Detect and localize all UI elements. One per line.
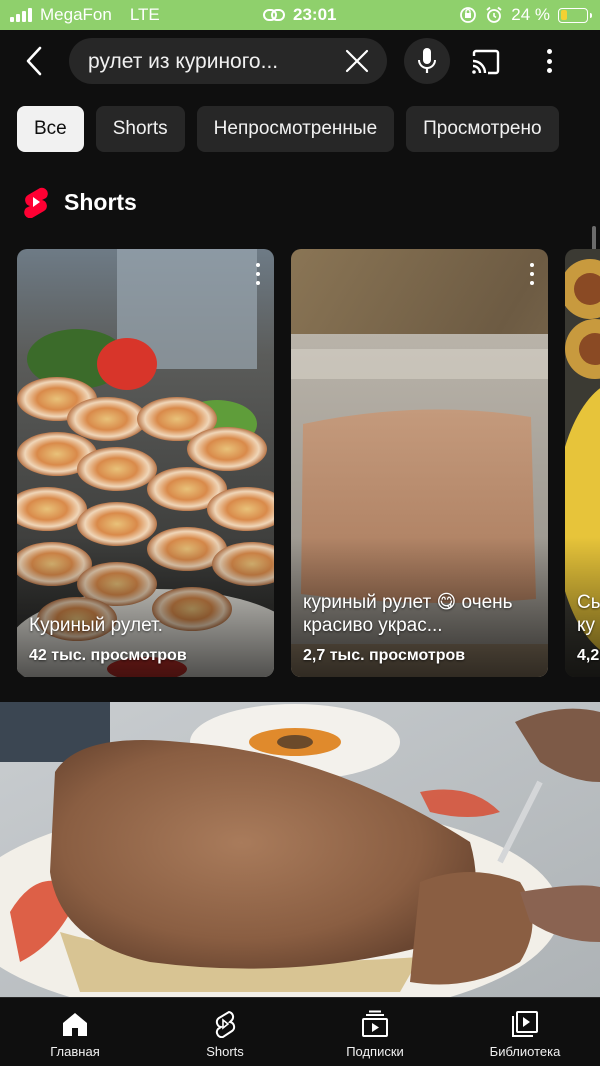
- battery-icon: [558, 7, 592, 23]
- short-title: куриный рулет 😋 очень красиво украс...: [303, 592, 513, 636]
- search-header: рулет из куриного...: [0, 30, 600, 92]
- card-more-button[interactable]: [526, 263, 538, 285]
- video-thumbnail[interactable]: [0, 702, 600, 997]
- short-views: 2,7 тыс. просмотров: [303, 647, 466, 664]
- subscriptions-icon: [362, 1010, 388, 1037]
- signal-icon: [10, 8, 32, 22]
- filter-chips: Все Shorts Непросмотренные Просмотрено: [17, 106, 559, 152]
- nav-home[interactable]: Главная: [0, 998, 150, 1066]
- nav-label: Подписки: [346, 1044, 404, 1059]
- short-title: Сы ку: [577, 592, 600, 636]
- nav-label: Библиотека: [489, 1044, 561, 1059]
- search-input[interactable]: рулет из куриного...: [69, 38, 387, 84]
- more-options-button[interactable]: [538, 46, 560, 76]
- search-query: рулет из куриного...: [88, 50, 279, 73]
- dot: [530, 272, 534, 276]
- shorts-carousel: Куриный рулет. 42 тыс. просмотров курины…: [17, 249, 600, 677]
- nav-label: Shorts: [206, 1044, 244, 1059]
- dot: [546, 68, 552, 73]
- dot: [530, 281, 534, 285]
- short-views: 4,2: [577, 647, 600, 664]
- battery-level: [560, 10, 567, 20]
- chip-watched[interactable]: Просмотрено: [406, 106, 559, 152]
- shorts-icon: [215, 1010, 236, 1038]
- nav-label: Главная: [50, 1044, 100, 1059]
- short-card[interactable]: Куриный рулет. 42 тыс. просмотров: [17, 249, 274, 677]
- shorts-logo-icon: [24, 187, 48, 218]
- nav-library[interactable]: Библиотека: [450, 998, 600, 1066]
- chip-unwatched[interactable]: Непросмотренные: [196, 106, 395, 152]
- dot: [256, 281, 260, 285]
- shorts-section-header: Shorts: [22, 186, 137, 218]
- alarm-icon: [486, 6, 502, 23]
- library-icon: [512, 1011, 538, 1037]
- cast-button[interactable]: [470, 48, 502, 76]
- video-thumbnail-image: [0, 702, 600, 997]
- dot: [546, 58, 552, 64]
- chip-shorts[interactable]: Shorts: [95, 106, 185, 152]
- short-title: Куриный рулет.: [29, 615, 163, 636]
- dot: [256, 263, 260, 267]
- status-center: 23:01: [263, 5, 336, 25]
- link-icon: [263, 9, 285, 21]
- orientation-lock-icon: [460, 7, 477, 23]
- dot: [256, 272, 260, 276]
- dot: [530, 263, 534, 267]
- cast-icon: [472, 49, 500, 75]
- network-type: LTE: [129, 5, 160, 24]
- nav-subscriptions[interactable]: Подписки: [300, 998, 450, 1066]
- voice-search-button[interactable]: [404, 38, 450, 84]
- short-card[interactable]: Сы ку 4,2: [565, 249, 600, 677]
- status-bar: MegaFon LTE 23:01 24 %: [0, 0, 600, 30]
- clock: 23:01: [293, 5, 337, 24]
- close-icon: [345, 49, 369, 73]
- battery-percent: 24 %: [511, 5, 550, 24]
- clear-search-button[interactable]: [345, 49, 369, 73]
- status-right: 24 %: [459, 5, 592, 25]
- nav-shorts[interactable]: Shorts: [150, 998, 300, 1066]
- shorts-section-title: Shorts: [64, 188, 137, 215]
- chip-all[interactable]: Все: [17, 106, 84, 152]
- card-more-button[interactable]: [252, 263, 264, 285]
- dot: [546, 49, 552, 54]
- back-button[interactable]: [20, 44, 50, 78]
- short-card[interactable]: куриный рулет 😋 очень красиво украс... 2…: [291, 249, 548, 677]
- carrier-name: MegaFon: [40, 5, 112, 24]
- back-arrow-icon: [26, 46, 42, 76]
- short-views: 42 тыс. просмотров: [29, 647, 187, 664]
- status-left: MegaFon LTE: [10, 5, 160, 25]
- bottom-navigation: Главная Shorts Подписки Библиотека: [0, 997, 600, 1066]
- home-icon: [63, 1013, 87, 1036]
- microphone-icon: [418, 48, 436, 73]
